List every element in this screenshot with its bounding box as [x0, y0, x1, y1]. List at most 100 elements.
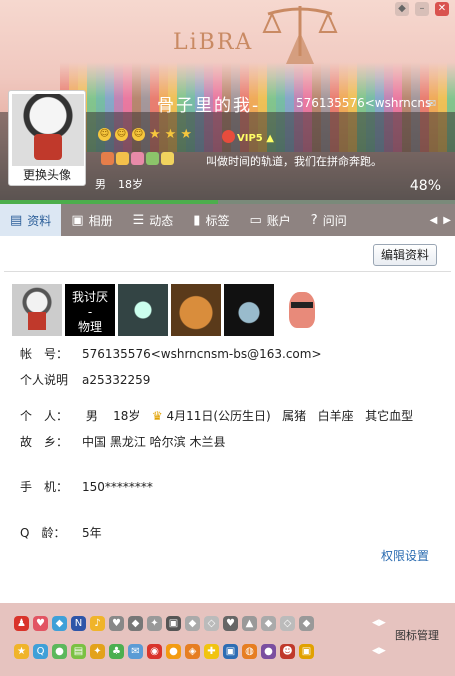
space-icon[interactable]: Q: [33, 644, 48, 659]
personal-zodiac: 属猪: [282, 409, 307, 423]
mail-icon[interactable]: ✉: [128, 644, 143, 659]
shield-icon[interactable]: ◈: [185, 644, 200, 659]
skin-icon[interactable]: ◆: [395, 2, 409, 16]
header-logo-text: LiBRA: [173, 30, 254, 55]
level-medals[interactable]: ☺ ☺ ☺ ★ ★ ★: [98, 128, 192, 141]
profile-card-icon: ▤: [10, 212, 23, 228]
account-row: 帐 号： 576135576<wshrncnsm-bs@163.com>: [20, 345, 322, 362]
tab-ask[interactable]: ? 问问: [301, 204, 357, 236]
icon-row-2: ★ Q ● ▤ ✦ ♣ ✉ ◉ ● ◈ ✚ ▣ ◍ ● ☻ ▣: [14, 644, 314, 659]
gray-diamond-icon[interactable]: ◆: [261, 616, 276, 631]
phone-row: 手 机： 150********: [20, 478, 153, 495]
nba-icon[interactable]: N: [71, 616, 86, 631]
minimize-icon[interactable]: –: [415, 2, 429, 16]
pet-icon: [146, 152, 159, 165]
yellow-square-icon[interactable]: ▣: [299, 644, 314, 659]
photo-caption: 物理: [77, 320, 102, 334]
gray-lock-icon[interactable]: ▣: [166, 616, 181, 631]
tab-feed[interactable]: ☰ 动态: [123, 204, 184, 236]
mail-icon[interactable]: ✉: [427, 97, 436, 110]
yellow-icon[interactable]: ✚: [204, 644, 219, 659]
personal-birthday: 4月11日(公历生日): [166, 409, 271, 423]
gray-diamond-icon[interactable]: ◆: [299, 616, 314, 631]
avatar[interactable]: 更换头像: [8, 90, 86, 186]
qage-row: Q 龄： 5年: [20, 524, 102, 541]
tab-bar: ▤ 资料 ▣ 相册 ☰ 动态 ▮ 标签 ▭ 账户 ? 问问 ◀ ▶: [0, 204, 455, 236]
tab-album[interactable]: ▣ 相册: [61, 204, 122, 236]
basketball-icon[interactable]: ◍: [242, 644, 257, 659]
chevron-right-icon[interactable]: ▶: [443, 215, 451, 226]
window-controls: ◆ – ✕: [395, 2, 449, 16]
star-icon[interactable]: ★: [14, 644, 29, 659]
photo-icon: ▣: [71, 212, 84, 228]
tab-label: 问问: [322, 213, 347, 228]
avatar-image: [12, 94, 84, 166]
clover-icon[interactable]: ♣: [109, 644, 124, 659]
gray-diamond-icon[interactable]: ◆: [128, 616, 143, 631]
tab-tags[interactable]: ▮ 标签: [183, 204, 239, 236]
hometown-row: 故 乡： 中国 黑龙江 哈尔滨 木兰县: [20, 433, 225, 450]
photo-thumbnail[interactable]: [118, 284, 168, 336]
change-avatar-button[interactable]: 更换头像: [9, 166, 85, 183]
account-label: 帐 号：: [20, 347, 69, 361]
chevron-right-icon[interactable]: ▶: [379, 618, 386, 628]
photo-caption: 我讨厌: [71, 290, 108, 304]
vip-badge[interactable]: VIP5 ▲: [222, 130, 274, 144]
close-icon[interactable]: ✕: [435, 2, 449, 16]
chevron-right-icon[interactable]: ▶: [379, 646, 386, 656]
gray-cap-icon[interactable]: ▲: [242, 616, 257, 631]
tab-profile[interactable]: ▤ 资料: [0, 204, 62, 236]
vip-crown-icon: [222, 130, 235, 143]
photo-thumbnail[interactable]: [224, 284, 274, 336]
photo-thumbnail[interactable]: [12, 284, 62, 336]
purple-icon[interactable]: ●: [261, 644, 276, 659]
profile-header: LiBRA ◆ – ✕ 更换头像 骨子里的我- 576135576<wshrnc…: [0, 0, 455, 203]
gray-diamond-icon[interactable]: ◇: [280, 616, 295, 631]
pet-icons[interactable]: [101, 152, 174, 165]
tab-label: 账户: [266, 213, 291, 228]
photo-thumbnail[interactable]: [171, 284, 221, 336]
red-badge-icon[interactable]: ◉: [147, 644, 162, 659]
photo-thumbnail[interactable]: [277, 284, 327, 336]
age: 18岁: [118, 178, 143, 191]
uid-email: 576135576<wshrncns: [296, 96, 432, 110]
edit-profile-button[interactable]: 编辑资料: [373, 244, 437, 266]
chevron-left-icon[interactable]: ◀: [372, 646, 379, 656]
chat-icon[interactable]: ●: [52, 644, 67, 659]
gray-wing-icon[interactable]: ✦: [147, 616, 162, 631]
signature[interactable]: 叫做时间的轨道，我们在拼命奔跑。: [206, 153, 382, 169]
gray-heart-icon[interactable]: ♥: [223, 616, 238, 631]
blue-square-icon[interactable]: ▣: [223, 644, 238, 659]
birthday-crown-icon: ♛: [151, 409, 163, 423]
qq-penguin-icon[interactable]: ♟: [14, 616, 29, 631]
hometown-label: 故 乡：: [20, 435, 69, 449]
permissions-link[interactable]: 权限设置: [381, 547, 429, 564]
gray-diamond-icon[interactable]: ◇: [204, 616, 219, 631]
icon-bar: ♟ ♥ ◆ N ♪ ♥ ◆ ✦ ▣ ◆ ◇ ♥ ▲ ◆ ◇ ◆ ★ Q ● ▤ …: [0, 603, 455, 676]
list-icon: ☰: [132, 212, 145, 228]
tab-label: 动态: [149, 213, 174, 228]
icon-manage-button[interactable]: 图标管理: [395, 627, 439, 643]
description-row: 个人说明 a25332259: [20, 371, 150, 388]
gray-diamond-icon[interactable]: ◆: [185, 616, 200, 631]
chevron-left-icon[interactable]: ◀: [430, 215, 438, 226]
app-icon[interactable]: ▤: [71, 644, 86, 659]
completion-percent: 48%: [409, 178, 441, 194]
chevron-left-icon[interactable]: ◀: [372, 618, 379, 628]
orange-circle-icon[interactable]: ●: [166, 644, 181, 659]
music-icon[interactable]: ♪: [90, 616, 105, 631]
game-icon[interactable]: ✦: [90, 644, 105, 659]
gray-heart-icon[interactable]: ♥: [109, 616, 124, 631]
account-value: 576135576<wshrncnsm-bs@163.com>: [82, 347, 322, 361]
personal-blood: 其它血型: [365, 409, 414, 423]
pet-icon: [161, 152, 174, 165]
tab-account[interactable]: ▭ 账户: [239, 204, 300, 236]
diamond-icon[interactable]: ◆: [52, 616, 67, 631]
personal-gender: 男: [85, 409, 98, 423]
description-label: 个人说明: [20, 373, 69, 387]
nickname: 骨子里的我-: [157, 96, 261, 116]
question-icon: ?: [310, 212, 318, 228]
heart-gem-icon[interactable]: ♥: [33, 616, 48, 631]
pet-face-icon[interactable]: ☻: [280, 644, 295, 659]
photo-thumbnail[interactable]: 我讨厌 - 物理: [65, 284, 115, 336]
